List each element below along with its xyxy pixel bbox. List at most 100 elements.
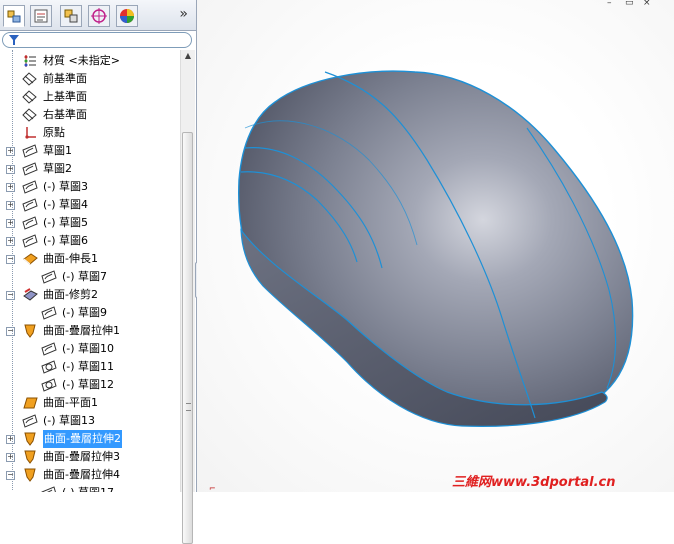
dimxpert-manager-tab[interactable] — [88, 5, 110, 27]
tree-item[interactable]: (-) 草圖9 — [0, 304, 180, 322]
tree-item[interactable]: (-) 草圖17 — [0, 484, 180, 492]
sketch-icon — [22, 414, 38, 428]
tree-item[interactable]: (-) 草圖10 — [0, 340, 180, 358]
sketch-icon — [22, 180, 38, 194]
surface-loft-icon — [22, 450, 38, 464]
surface-extrude-icon — [22, 252, 38, 266]
expand-icon[interactable]: + — [6, 453, 15, 462]
sketch-icon — [41, 306, 57, 320]
mouse-surface-model[interactable] — [197, 0, 674, 492]
sketch-icon — [22, 162, 38, 176]
tree-item[interactable]: + (-) 草圖4 — [0, 196, 180, 214]
tree-item-label: (-) 草圖6 — [43, 234, 89, 247]
tree-item-label: 草圖1 — [43, 144, 72, 157]
tree-item[interactable]: 右基準面 — [0, 106, 180, 124]
tree-item[interactable]: + 草圖1 — [0, 142, 180, 160]
tree-filter-input[interactable] — [2, 32, 192, 48]
tree-item[interactable]: (-) 草圖12 — [0, 376, 180, 394]
tree-item-label: (-) 草圖12 — [62, 378, 115, 391]
filter-icon — [9, 35, 19, 45]
sketch-icon — [41, 342, 57, 356]
tree-item[interactable]: + 曲面-疊層拉伸3 — [0, 448, 180, 466]
tree-item[interactable]: + (-) 草圖3 — [0, 178, 180, 196]
tree-item-label: 草圖2 — [43, 162, 72, 175]
tree-item-label: (-) 草圖13 — [43, 414, 96, 427]
tree-item[interactable]: 上基準面 — [0, 88, 180, 106]
tree-item-label: (-) 草圖10 — [62, 342, 115, 355]
collapse-icon[interactable]: − — [6, 471, 15, 480]
collapse-icon[interactable]: − — [6, 255, 15, 264]
plane-icon — [22, 90, 38, 104]
scroll-grip — [186, 403, 191, 411]
tree-item[interactable]: 原點 — [0, 124, 180, 142]
material-icon — [22, 54, 38, 68]
surface-loft-icon — [22, 468, 38, 482]
mouse-top-surface — [238, 70, 634, 426]
tree-item[interactable]: + (-) 草圖6 — [0, 232, 180, 250]
tree-item-label: 材質 <未指定> — [43, 54, 120, 67]
tree-item-label: 曲面-平面1 — [43, 396, 98, 409]
graphics-viewport[interactable]: – ▭ × ⌐ — [197, 0, 674, 493]
surface-loft-icon — [22, 432, 38, 446]
sketch-icon — [22, 198, 38, 212]
tree-item-label: 曲面-疊層拉伸4 — [43, 468, 120, 481]
collapse-icon[interactable]: − — [6, 291, 15, 300]
tree-scrollbar[interactable]: ▲ — [180, 50, 195, 544]
tree-item-label: (-) 草圖7 — [62, 270, 108, 283]
tree-item[interactable]: − 曲面-疊層拉伸1 — [0, 322, 180, 340]
surface-trim-icon — [22, 288, 38, 302]
tree-item-label: 曲面-伸長1 — [43, 252, 98, 265]
expand-icon[interactable]: + — [6, 435, 15, 444]
tree-item[interactable]: + (-) 草圖5 — [0, 214, 180, 232]
tree-item[interactable]: (-) 草圖13 — [0, 412, 180, 430]
plane-icon — [22, 72, 38, 86]
tree-item[interactable]: − 曲面-疊層拉伸4 — [0, 466, 180, 484]
tree-item-label: 上基準面 — [43, 90, 87, 103]
sketch-3d-icon — [41, 360, 57, 374]
sketch-3d-icon — [41, 378, 57, 392]
expand-icon[interactable]: + — [6, 237, 15, 246]
tree-item[interactable]: 曲面-平面1 — [0, 394, 180, 412]
scroll-up-arrow[interactable]: ▲ — [181, 50, 195, 62]
property-icon — [34, 9, 48, 23]
plane-icon — [22, 108, 38, 122]
tree-item[interactable]: 材質 <未指定> — [0, 52, 180, 70]
tree-item[interactable]: (-) 草圖7 — [0, 268, 180, 286]
tree-item-label: 前基準面 — [43, 72, 87, 85]
expand-icon[interactable]: + — [6, 219, 15, 228]
planar-surface-icon — [22, 396, 38, 410]
expand-icon[interactable]: + — [6, 165, 15, 174]
scroll-thumb[interactable] — [182, 132, 193, 544]
tree-item-label: 原點 — [43, 126, 65, 139]
tree-item-label: (-) 草圖3 — [43, 180, 89, 193]
display-color-icon — [120, 9, 134, 23]
collapse-icon[interactable]: − — [6, 327, 15, 336]
tree-item[interactable]: (-) 草圖11 — [0, 358, 180, 376]
expand-icon[interactable]: + — [6, 183, 15, 192]
feature-manager-panel: » 材質 <未指定> 前基準面上基準面右基準面原點 + 草圖1 + 草圖2 + (-) 草圖3… — [0, 0, 197, 544]
tree-item-label: 曲面-疊層拉伸2 — [43, 430, 122, 448]
tree-item[interactable]: 前基準面 — [0, 70, 180, 88]
tree-item-label: 曲面-疊層拉伸3 — [43, 450, 120, 463]
property-manager-tab[interactable] — [30, 5, 52, 27]
tree-item[interactable]: + 草圖2 — [0, 160, 180, 178]
feature-tree-icon — [7, 10, 21, 23]
tree-item-label: (-) 草圖9 — [62, 306, 108, 319]
expand-icon[interactable]: + — [6, 147, 15, 156]
more-tabs-button[interactable]: » — [179, 6, 188, 22]
configuration-manager-tab[interactable] — [60, 5, 82, 27]
tree-item-label: (-) 草圖11 — [62, 360, 115, 373]
tree-item-label: 右基準面 — [43, 108, 87, 121]
tree-item[interactable]: + 曲面-疊層拉伸2 — [0, 430, 180, 448]
surface-loft-icon — [22, 324, 38, 338]
tree-item[interactable]: − 曲面-伸長1 — [0, 250, 180, 268]
tree-item[interactable]: − 曲面-修剪2 — [0, 286, 180, 304]
feature-manager-tab[interactable] — [3, 5, 25, 27]
watermark-text: 三維网www.3dportal.cn — [452, 475, 616, 490]
sketch-icon — [41, 270, 57, 284]
expand-icon[interactable]: + — [6, 201, 15, 210]
origin-marker-icon: ⌐ — [209, 484, 216, 493]
display-manager-tab[interactable] — [116, 5, 138, 27]
tree-connector-line — [12, 50, 13, 490]
tree-item-label: (-) 草圖5 — [43, 216, 89, 229]
